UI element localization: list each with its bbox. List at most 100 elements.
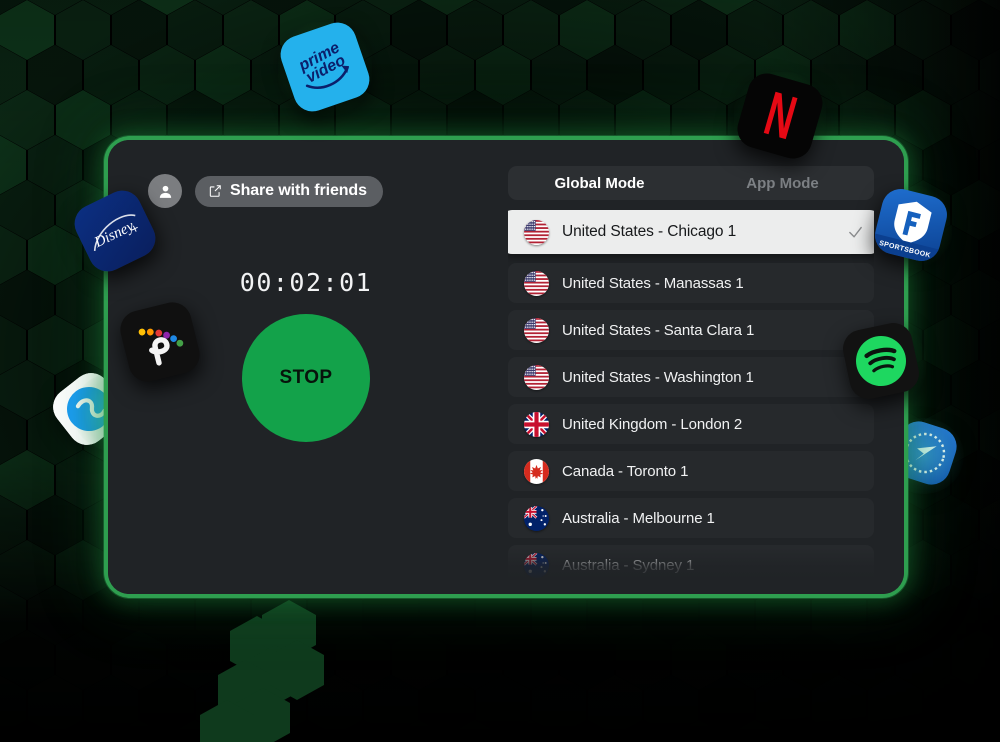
hexagon-tile (952, 360, 1000, 420)
hexagon-tile (980, 315, 1000, 375)
hexagon-tile (980, 0, 1000, 15)
hexagon-tile (280, 630, 334, 690)
server-row[interactable]: United States - Washington 1 (508, 357, 874, 397)
hexagon-tile (0, 585, 26, 645)
hexagon-tile (364, 675, 418, 735)
hexagon-tile (28, 495, 82, 555)
server-label: United States - Santa Clara 1 (562, 321, 755, 339)
hexagon-tile (868, 0, 922, 15)
hexagon-tile (0, 45, 26, 105)
hexagon-tile (224, 630, 278, 690)
hexagon-tile (56, 270, 110, 330)
server-row[interactable]: United States - Manassas 1 (508, 263, 874, 303)
hexagon-accent-tile (248, 645, 302, 705)
hexagon-accent-tile (236, 688, 290, 742)
hexagon-tile (224, 0, 278, 60)
hexagon-tile (896, 0, 950, 60)
hexagon-tile (896, 720, 950, 742)
hexagon-tile (28, 0, 82, 15)
hexagon-tile (504, 0, 558, 60)
hexagon-tile (560, 0, 614, 60)
avatar[interactable] (148, 174, 182, 208)
hexagon-tile (980, 585, 1000, 645)
hexagon-tile (672, 720, 726, 742)
hexagon-tile (28, 45, 82, 105)
hexagon-accent-tile (218, 660, 272, 720)
server-label: Canada - Toronto 1 (562, 462, 689, 480)
server-row[interactable]: Australia - Melbourne 1 (508, 498, 874, 538)
flag-ca-icon (524, 458, 549, 484)
hexagon-tile (700, 675, 754, 735)
share-with-friends-button[interactable]: Share with friends (195, 175, 383, 207)
hexagon-tile (840, 0, 894, 60)
hexagon-tile (168, 720, 222, 742)
hexagon-tile (756, 675, 810, 735)
hexagon-tile (56, 90, 110, 150)
hexagon-tile (924, 315, 978, 375)
flag-au-icon (524, 552, 549, 578)
spotify-icon[interactable] (839, 319, 923, 403)
hexagon-accent-tile (270, 640, 324, 700)
server-row[interactable]: Canada - Toronto 1 (508, 451, 874, 491)
hexagon-tile (0, 0, 26, 15)
hexagon-tile (728, 720, 782, 742)
hexagon-tile (56, 630, 110, 690)
hexagon-tile (868, 45, 922, 105)
hexagon-tile (644, 675, 698, 735)
hexagon-accent-tile (200, 700, 254, 742)
server-row[interactable]: United States - Santa Clara 1 (508, 310, 874, 350)
flag-us-icon (524, 219, 549, 245)
server-list[interactable]: United States - Chicago 1 United States -… (508, 210, 874, 582)
hexagon-tile (980, 45, 1000, 105)
server-label: United States - Chicago 1 (562, 223, 737, 240)
hexagon-tile (644, 45, 698, 105)
hexagon-tile (0, 450, 54, 510)
hexagon-tile (0, 0, 54, 60)
hexagon-tile (448, 0, 502, 60)
hexagon-tile (644, 0, 698, 15)
hexagon-tile (28, 585, 82, 645)
hexagon-tile (0, 360, 54, 420)
hexagon-tile (504, 720, 558, 742)
flag-us-icon (524, 364, 549, 390)
hexagon-tile (504, 630, 558, 690)
hexagon-tile (980, 225, 1000, 285)
hexagon-tile (0, 180, 54, 240)
checkmark-icon (849, 226, 862, 237)
hexagon-tile (364, 45, 418, 105)
server-label: United States - Manassas 1 (562, 274, 744, 292)
hexagon-tile (0, 90, 54, 150)
hexagon-tile (560, 630, 614, 690)
hexagon-tile (952, 720, 1000, 742)
server-label: Australia - Sydney 1 (562, 556, 695, 574)
session-timer: 00:02:01 (239, 268, 373, 297)
hexagon-tile (84, 45, 138, 105)
stop-button[interactable]: STOP (242, 314, 370, 442)
hexagon-tile (392, 630, 446, 690)
hexagon-tile (476, 45, 530, 105)
hexagon-tile (980, 675, 1000, 735)
flag-us-icon (524, 317, 549, 343)
prime-video-icon[interactable]: prime video (275, 17, 375, 117)
hexagon-tile (420, 675, 474, 735)
tab-app-mode[interactable]: App Mode (691, 166, 874, 200)
flag-uk-icon (524, 411, 549, 437)
hexagon-tile (700, 0, 754, 15)
server-row[interactable]: United States - Chicago 1 (508, 210, 874, 254)
hexagon-tile (980, 135, 1000, 195)
hexagon-tile (616, 720, 670, 742)
share-label: Share with friends (230, 182, 367, 199)
server-row[interactable]: Australia - Sydney 1 (508, 545, 874, 582)
hexagon-tile (924, 135, 978, 195)
panel-top-bar: Share with friends (148, 174, 383, 208)
hexagon-tile (560, 720, 614, 742)
hexagon-tile (952, 90, 1000, 150)
server-row[interactable]: United Kingdom - London 2 (508, 404, 874, 444)
hexagon-tile (672, 0, 726, 60)
hexagon-tile (140, 675, 194, 735)
hexagon-accent-tile (230, 616, 284, 676)
hexagon-tile (952, 540, 1000, 600)
hexagon-tile (0, 225, 26, 285)
spotify-glyph (856, 336, 906, 386)
tab-global-mode[interactable]: Global Mode (508, 166, 691, 200)
